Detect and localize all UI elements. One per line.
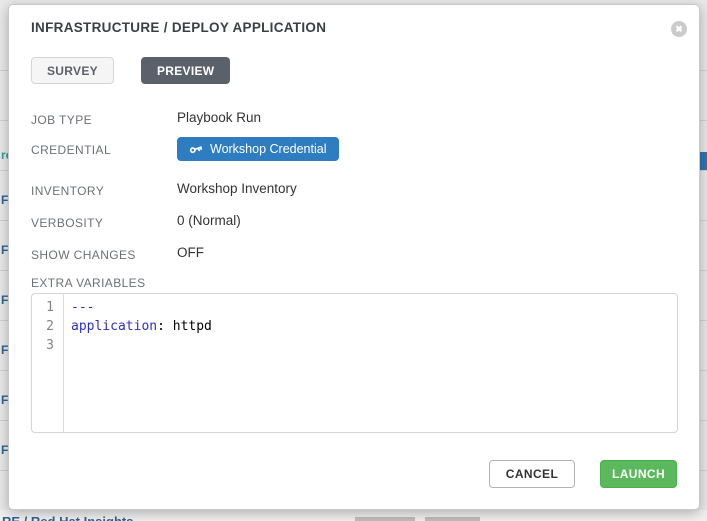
- bg-right-strip: [700, 0, 707, 521]
- code-text: ---: [63, 298, 94, 317]
- inventory-label: INVENTORY: [31, 184, 104, 198]
- line-number: 1: [32, 298, 63, 317]
- bg-blue-fragment: [700, 152, 707, 171]
- launch-button[interactable]: LAUNCH: [600, 460, 677, 488]
- credential-chip-label: Workshop Credential: [210, 142, 327, 156]
- bg-bottom-strip: RE / Red Hat Insights: [0, 510, 707, 521]
- verbosity-label: VERBOSITY: [31, 216, 103, 230]
- deploy-application-modal: INFRASTRUCTURE / DEPLOY APPLICATION ✖ SU…: [8, 4, 700, 510]
- tab-survey[interactable]: SURVEY: [31, 57, 114, 84]
- inventory-value: Workshop Inventory: [177, 181, 297, 196]
- row-show-changes: SHOW CHANGES OFF: [31, 246, 136, 262]
- modal-title: INFRASTRUCTURE / DEPLOY APPLICATION: [31, 20, 326, 35]
- page: reFFFFFF RE / Red Hat Insights INFRASTRU…: [0, 0, 707, 521]
- key-icon: [189, 142, 203, 156]
- row-job-type: JOB TYPE Playbook Run: [31, 111, 92, 127]
- line-number: 2: [32, 317, 63, 336]
- bg-text-fragment: RE / Red Hat Insights: [2, 514, 133, 521]
- credential-label: CREDENTIAL: [31, 143, 111, 157]
- bg-gray-mark: [425, 517, 480, 521]
- verbosity-value: 0 (Normal): [177, 213, 241, 228]
- bg-divider-line: [700, 220, 707, 221]
- bg-divider-line: [700, 70, 707, 71]
- code-line: 1---: [32, 298, 677, 317]
- bg-divider-line: [700, 270, 707, 271]
- tab-preview[interactable]: PREVIEW: [141, 57, 230, 84]
- bg-divider-line: [700, 170, 707, 171]
- row-verbosity: VERBOSITY 0 (Normal): [31, 214, 103, 230]
- row-inventory: INVENTORY Workshop Inventory: [31, 182, 104, 198]
- bg-divider-line: [700, 370, 707, 371]
- modal-tabs: SURVEY PREVIEW: [31, 57, 230, 84]
- credential-chip[interactable]: Workshop Credential: [177, 137, 339, 161]
- close-icon[interactable]: ✖: [671, 21, 687, 37]
- code-line: 3: [32, 336, 677, 355]
- show-changes-value: OFF: [177, 245, 204, 260]
- code-line: 2application: httpd: [32, 317, 677, 336]
- code-lines: 1---2application: httpd3: [32, 298, 677, 355]
- bg-divider-line: [700, 320, 707, 321]
- code-text: application: httpd: [63, 317, 212, 336]
- bg-divider-line: [700, 420, 707, 421]
- bg-divider-line: [700, 120, 707, 121]
- extra-variables-label: EXTRA VARIABLES: [31, 276, 146, 290]
- extra-variables-editor[interactable]: 1---2application: httpd3: [31, 293, 678, 433]
- bg-divider-line: [700, 470, 707, 471]
- code-text: [63, 336, 71, 355]
- job-type-value: Playbook Run: [177, 110, 261, 125]
- cancel-button[interactable]: CANCEL: [489, 460, 575, 488]
- bg-gray-mark: [355, 517, 415, 521]
- row-credential: CREDENTIAL Workshop Credential: [31, 141, 111, 157]
- show-changes-label: SHOW CHANGES: [31, 248, 136, 262]
- job-type-label: JOB TYPE: [31, 113, 92, 127]
- line-number: 3: [32, 336, 63, 355]
